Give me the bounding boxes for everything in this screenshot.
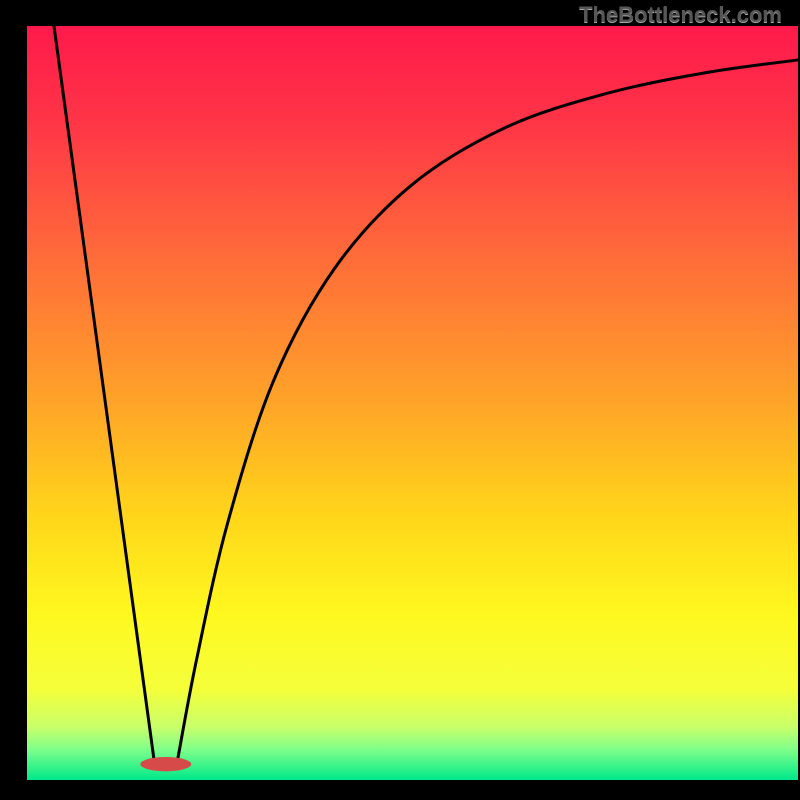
chart-frame: { "watermark": "TheBottleneck.com", "cha… bbox=[0, 0, 800, 800]
well-marker bbox=[140, 757, 191, 771]
watermark-text: TheBottleneck.com bbox=[579, 2, 782, 28]
bottleneck-chart bbox=[0, 0, 800, 800]
